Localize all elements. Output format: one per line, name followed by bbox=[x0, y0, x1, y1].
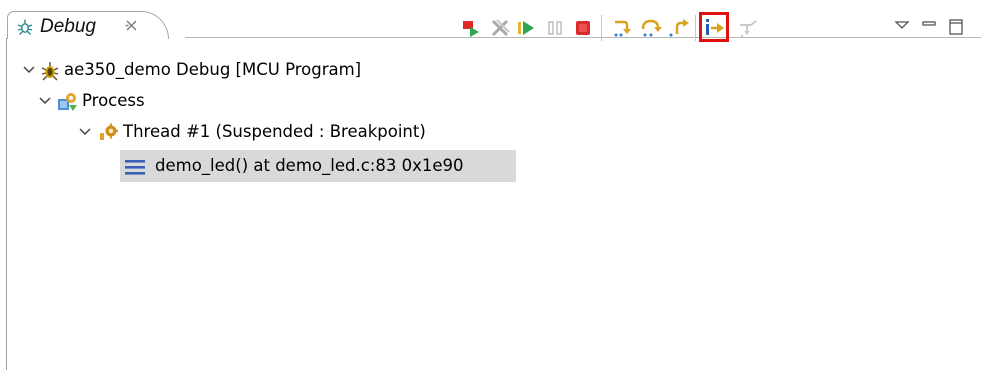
terminate-icon bbox=[576, 21, 590, 35]
resume-icon bbox=[518, 21, 534, 35]
tree-item-label: Process bbox=[82, 91, 145, 110]
tree-item-label: ae350_demo Debug [MCU Program] bbox=[64, 60, 362, 79]
step-return-icon bbox=[669, 19, 689, 37]
process-icon bbox=[58, 93, 77, 111]
debug-launch-bug-icon bbox=[41, 62, 59, 81]
thread-suspended-icon bbox=[100, 123, 118, 140]
resume-button[interactable] bbox=[515, 17, 537, 39]
remove-terminated-button[interactable] bbox=[489, 17, 511, 39]
tree-item-label: demo_led() at demo_led.c:83 0x1e90 bbox=[155, 156, 464, 175]
view-menu-button[interactable] bbox=[891, 15, 913, 37]
chevron-down-icon[interactable] bbox=[22, 63, 36, 77]
skip-all-breakpoints-button[interactable] bbox=[460, 17, 482, 39]
minimize-icon bbox=[922, 21, 936, 26]
debug-bug-icon bbox=[17, 19, 33, 35]
view-menu-icon bbox=[894, 21, 910, 29]
view-left-border bbox=[6, 38, 7, 370]
instruction-stepping-mode-button[interactable] bbox=[699, 12, 729, 42]
tree-item-stack-frame[interactable]: demo_led() at demo_led.c:83 0x1e90 bbox=[120, 151, 516, 182]
close-icon[interactable] bbox=[124, 18, 139, 33]
chevron-down-icon[interactable] bbox=[78, 125, 92, 139]
toolbar-separator bbox=[601, 15, 602, 41]
toolbar-separator bbox=[695, 15, 696, 41]
maximize-button[interactable] bbox=[945, 16, 967, 38]
step-over-icon bbox=[641, 19, 662, 37]
chevron-down-icon[interactable] bbox=[38, 94, 52, 108]
skip-breakpoints-icon bbox=[463, 21, 479, 37]
maximize-icon bbox=[949, 19, 963, 35]
minimize-button[interactable] bbox=[918, 15, 940, 37]
debug-tab-title: Debug bbox=[40, 16, 96, 37]
step-return-button[interactable] bbox=[668, 17, 690, 39]
step-into-icon bbox=[614, 20, 631, 37]
stack-frame-icon bbox=[125, 160, 145, 175]
step-filters-icon bbox=[740, 20, 757, 38]
terminate-button[interactable] bbox=[572, 17, 594, 39]
instruction-stepping-icon bbox=[706, 19, 724, 35]
remove-all-terminated-icon bbox=[491, 19, 510, 37]
debug-view: Debug ae350_demo Debug [MCU Program] Pro… bbox=[0, 0, 981, 370]
use-step-filters-button[interactable] bbox=[737, 17, 759, 39]
suspend-icon bbox=[548, 21, 562, 35]
step-over-button[interactable] bbox=[640, 17, 662, 39]
view-title-bar: Debug bbox=[0, 0, 981, 42]
step-into-button[interactable] bbox=[611, 17, 633, 39]
suspend-button[interactable] bbox=[544, 17, 566, 39]
tree-item-label: Thread #1 (Suspended : Breakpoint) bbox=[123, 122, 426, 141]
